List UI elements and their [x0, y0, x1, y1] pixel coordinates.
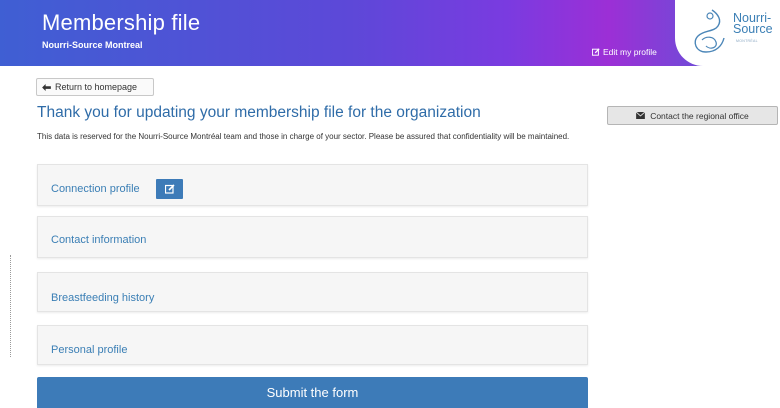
- edit-connection-profile-button[interactable]: [156, 179, 183, 199]
- section-label: Connection profile: [51, 183, 140, 195]
- section-contact-information[interactable]: Contact information: [37, 216, 588, 258]
- logo-subtext: MONTRÉAL: [736, 39, 758, 43]
- return-label: Return to homepage: [55, 82, 138, 92]
- logo-wordmark: Nourri- Source: [733, 11, 773, 36]
- edit-profile-link[interactable]: Edit my profile: [592, 47, 657, 57]
- edit-icon: [592, 48, 600, 56]
- header-banner: Membership file Nourri-Source Montreal E…: [0, 0, 780, 66]
- organization-name: Nourri-Source Montreal: [42, 40, 143, 50]
- section-label: Contact information: [51, 234, 147, 246]
- section-breastfeeding-history[interactable]: Breastfeeding history: [37, 272, 588, 312]
- arrow-left-icon: [42, 83, 51, 91]
- section-label: Breastfeeding history: [51, 292, 155, 304]
- contact-regional-office-button[interactable]: Contact the regional office: [607, 106, 778, 125]
- envelope-icon: [636, 112, 646, 119]
- intro-text: This data is reserved for the Nourri-Sou…: [37, 132, 570, 141]
- section-label: Personal profile: [51, 344, 128, 356]
- page-margin-divider: [10, 255, 11, 357]
- section-personal-profile[interactable]: Personal profile: [37, 325, 588, 365]
- page-header-title: Membership file: [42, 10, 201, 35]
- submit-label: Submit the form: [266, 385, 359, 400]
- edit-icon: [164, 184, 175, 194]
- contact-label: Contact the regional office: [650, 110, 749, 121]
- section-connection-profile[interactable]: Connection profile: [37, 164, 588, 206]
- return-to-homepage-button[interactable]: Return to homepage: [36, 78, 154, 96]
- page-title: Thank you for updating your membership f…: [37, 104, 481, 121]
- edit-profile-label: Edit my profile: [603, 47, 657, 57]
- logo[interactable]: Nourri- Source MONTRÉAL: [675, 0, 780, 66]
- mother-baby-logo-icon: [694, 9, 725, 53]
- submit-form-button[interactable]: Submit the form: [37, 377, 588, 408]
